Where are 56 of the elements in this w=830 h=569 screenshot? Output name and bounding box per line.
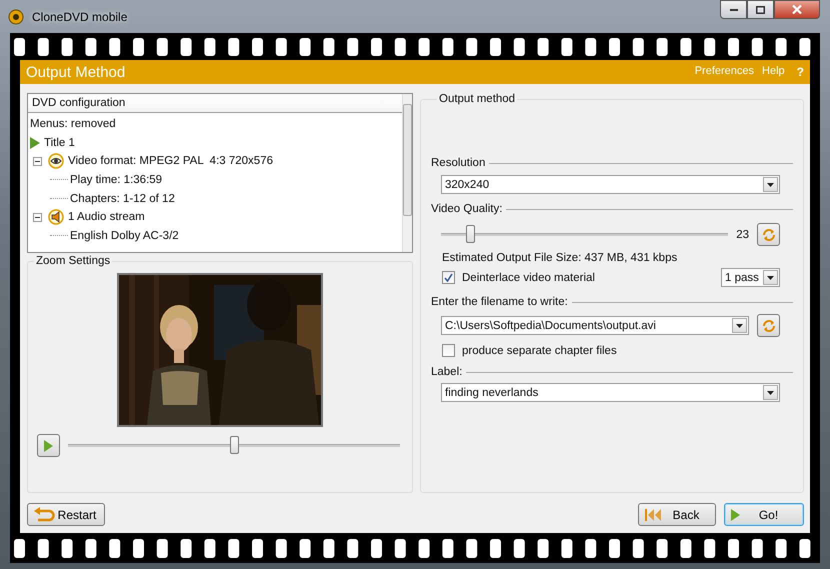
play-icon — [30, 136, 40, 149]
close-icon — [792, 5, 802, 14]
tree-item[interactable]: Chapters: 1-12 of 12 — [70, 192, 175, 205]
group-title: Zoom Settings — [35, 255, 112, 267]
app-logo-icon — [8, 8, 24, 24]
tree-item[interactable]: 1 Audio stream — [68, 211, 145, 224]
checkbox[interactable] — [442, 344, 455, 357]
file-size-estimate: Estimated Output File Size: 437 MB, 431 kbps — [442, 252, 678, 264]
rewind-icon — [645, 508, 663, 520]
play-icon — [731, 508, 740, 520]
dropdown-arrow-icon — [767, 276, 774, 280]
dropdown-arrow-icon — [767, 182, 774, 186]
slider-thumb[interactable] — [230, 436, 239, 454]
restart-button[interactable]: Restart — [27, 503, 105, 526]
maximize-button[interactable] — [747, 0, 774, 19]
play-icon — [44, 440, 53, 452]
eye-icon — [48, 153, 64, 170]
dropdown-arrow-icon — [736, 324, 743, 328]
minimize-button[interactable] — [720, 0, 747, 19]
expander[interactable] — [33, 212, 42, 222]
dropdown-arrow-icon — [767, 390, 774, 394]
page-title: Output Method — [26, 64, 126, 80]
reset-button[interactable] — [757, 223, 780, 246]
tree-item[interactable]: Title 1 — [44, 136, 75, 149]
maximize-icon — [756, 6, 765, 14]
checkbox-label[interactable]: produce separate chapter files — [462, 344, 617, 356]
label-dropdown[interactable]: finding neverlands — [441, 383, 780, 402]
refresh-icon — [762, 318, 776, 332]
resolution-dropdown[interactable]: 320x240 — [441, 175, 780, 194]
tree-item[interactable]: Menus: removed — [30, 118, 116, 130]
expander[interactable] — [33, 156, 42, 166]
group-title: Output method — [438, 93, 516, 105]
back-button[interactable]: Back — [638, 503, 716, 526]
go-button[interactable]: Go! — [724, 503, 804, 526]
checkbox[interactable] — [442, 271, 455, 284]
slider-thumb[interactable] — [466, 225, 475, 243]
return-arrow-icon — [34, 506, 56, 522]
minimize-icon — [730, 8, 738, 10]
filename-dropdown[interactable]: C:\Users\Softpedia\Documents\output.avi — [441, 316, 749, 335]
section-label: Video Quality: — [431, 203, 502, 215]
tree-item[interactable]: Play time: 1:36:59 — [70, 174, 162, 186]
speaker-icon — [48, 209, 64, 226]
section-label: Resolution — [431, 157, 486, 169]
scrollbar[interactable] — [402, 94, 412, 252]
refresh-icon — [762, 228, 776, 242]
tree-item[interactable]: English Dolby AC-3/2 — [70, 230, 179, 242]
play-button[interactable] — [37, 434, 60, 457]
window-title: CloneDVD mobile — [32, 10, 128, 24]
quality-value: 23 — [736, 228, 749, 240]
section-label: Enter the filename to write: — [431, 296, 568, 308]
browse-button[interactable] — [757, 314, 780, 337]
tree-item[interactable]: Video format: MPEG2 PAL 4:3 720x576 — [68, 155, 273, 168]
section-label: Label: — [431, 366, 462, 378]
pass-dropdown[interactable]: 1 pass — [721, 268, 780, 287]
checkbox-label[interactable]: Deinterlace video material — [462, 272, 595, 284]
close-button[interactable] — [774, 0, 820, 19]
